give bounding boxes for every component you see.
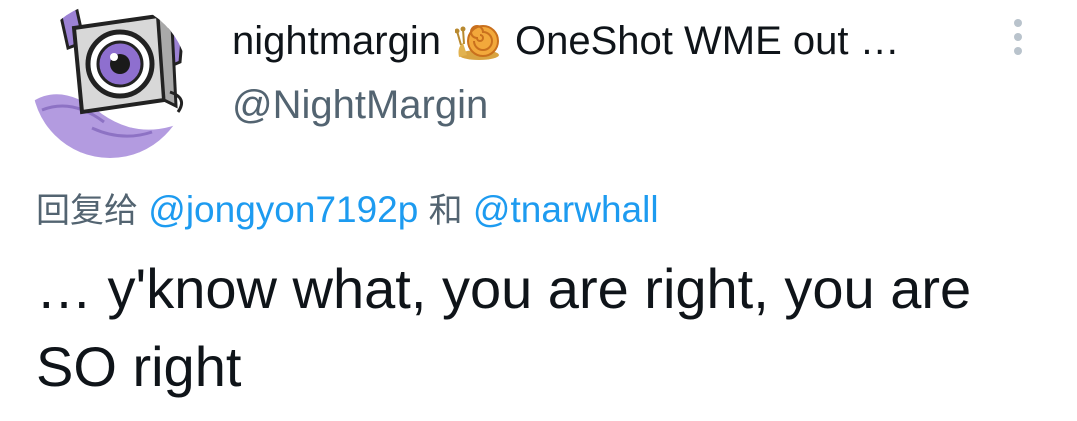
- author-avatar[interactable]: [32, 2, 188, 158]
- tweet-body-text: … y'know what, you are right, you are SO…: [36, 257, 972, 398]
- reply-prefix: 回复给: [36, 191, 138, 231]
- vertical-ellipsis-icon: [1014, 19, 1022, 55]
- snail-emoji-icon: [455, 21, 501, 61]
- replying-to-line: 回复给 @jongyon7192p 和 @tnarwhall: [36, 182, 659, 239]
- author-name-row: nightmargin OneShot WME out …: [232, 14, 900, 68]
- reply-mention-link[interactable]: @jongyon7192p: [148, 189, 418, 230]
- author-name-suffix[interactable]: OneShot WME out …: [515, 14, 900, 68]
- purple-robot-eye-avatar-icon: [32, 2, 188, 158]
- tweet: nightmargin OneShot WME out … @NightMarg…: [0, 0, 1077, 421]
- reply-mention-link[interactable]: @tnarwhall: [473, 189, 659, 230]
- reply-conjunction: 和: [428, 191, 463, 231]
- more-options-button[interactable]: [1000, 14, 1036, 62]
- author-handle[interactable]: @NightMargin: [232, 78, 488, 132]
- author-display-name[interactable]: nightmargin: [232, 14, 441, 68]
